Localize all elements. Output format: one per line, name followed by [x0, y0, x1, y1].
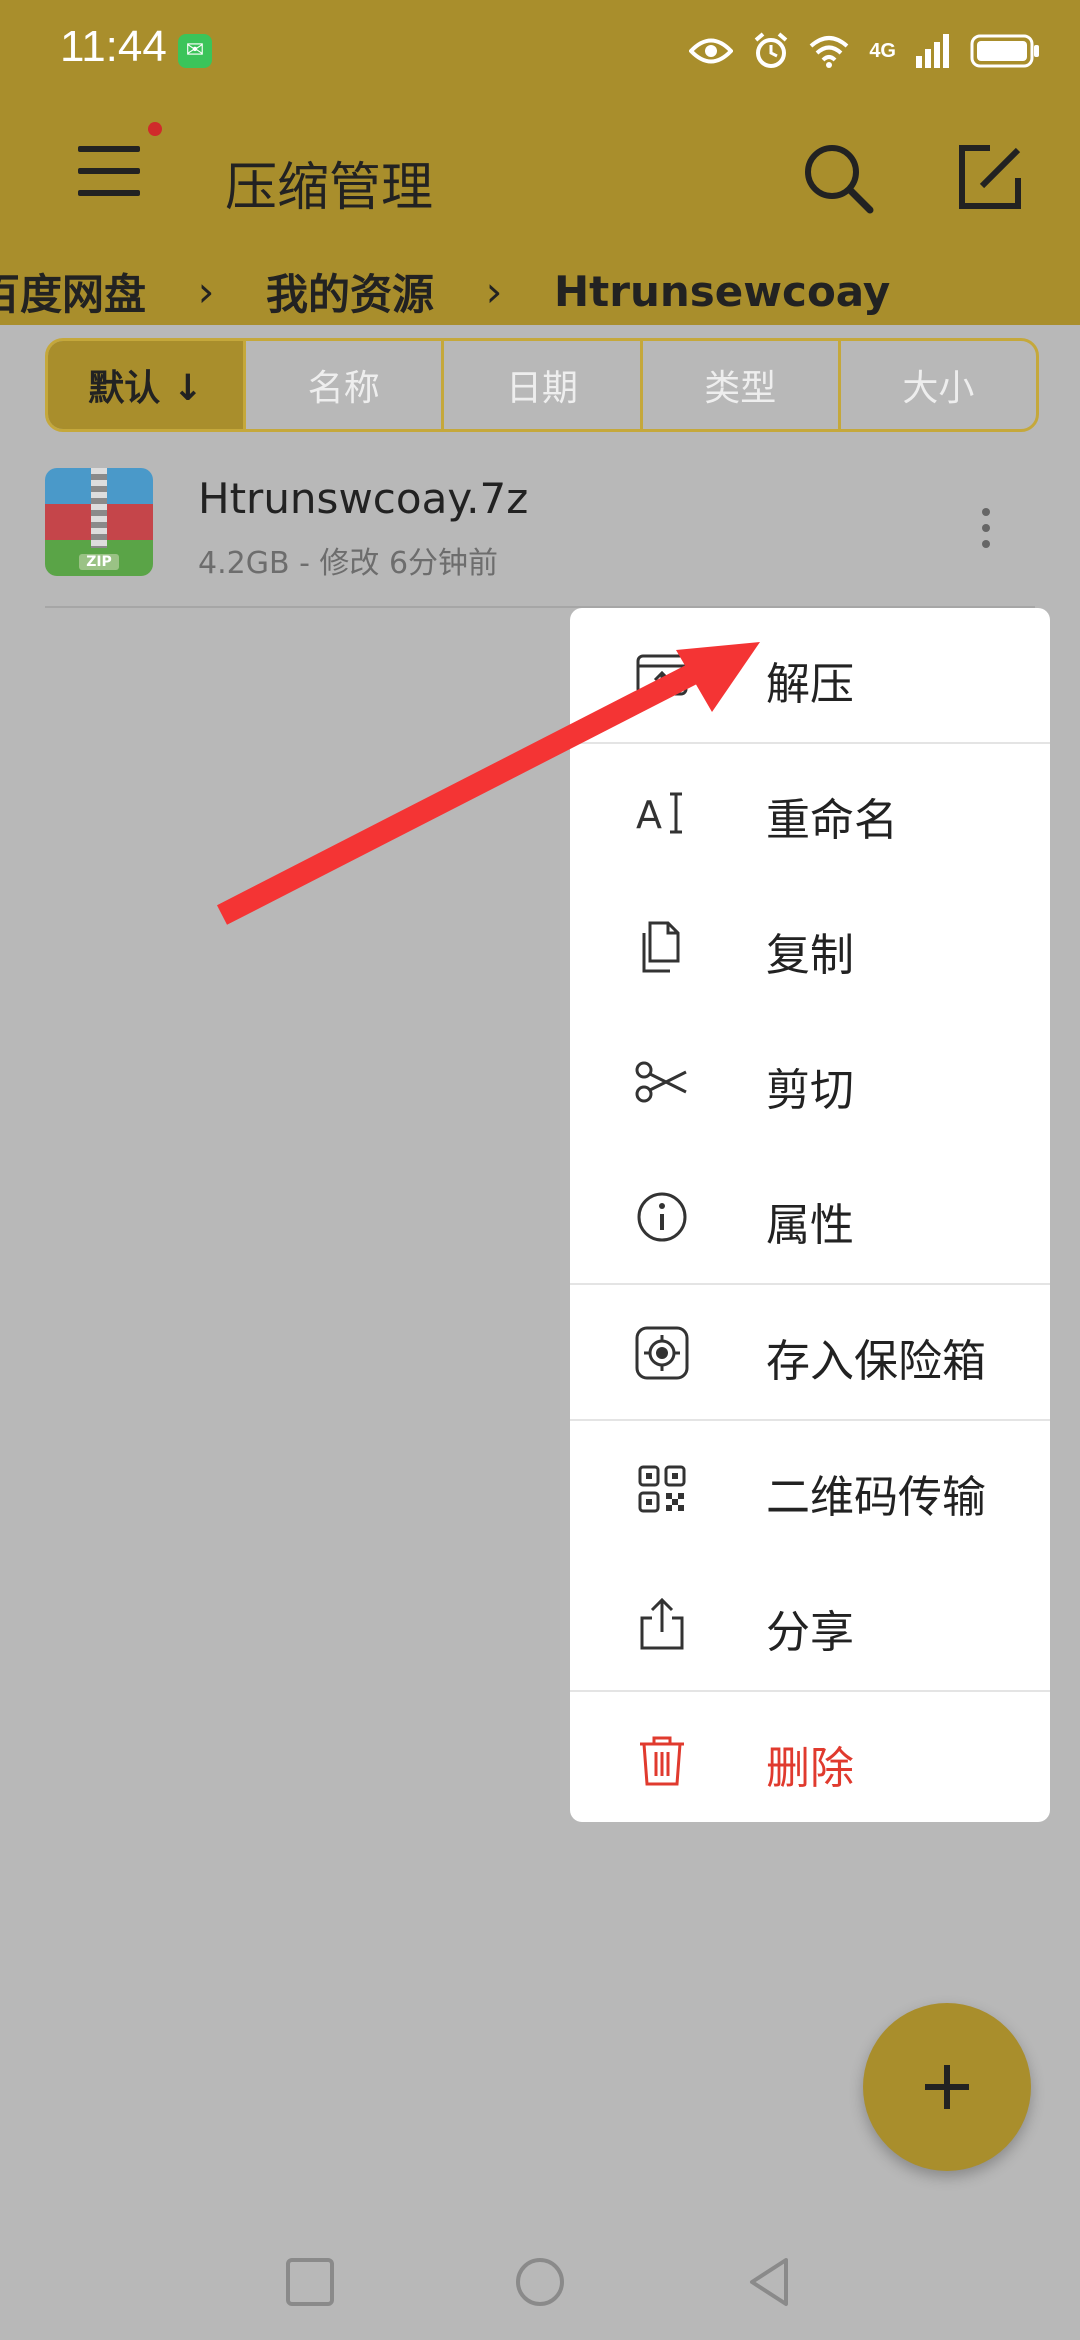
- search-icon[interactable]: [800, 140, 876, 216]
- battery-icon: [970, 34, 1039, 68]
- menu-icon[interactable]: [78, 142, 146, 202]
- menu-item-properties[interactable]: 属性: [570, 1149, 1050, 1284]
- breadcrumb: 百度网盘 › 我的资源 › Htrunsewcoay: [0, 258, 1080, 324]
- notification-dot: [148, 122, 162, 136]
- back-icon[interactable]: [740, 2252, 800, 2312]
- signal-icon: [916, 34, 949, 68]
- delete-icon: [640, 1736, 684, 1786]
- edit-icon[interactable]: [952, 140, 1028, 216]
- network-type-label: 4G: [869, 39, 896, 62]
- file-list-item[interactable]: ZIP Htrunswcoay.7z 4.2GB - 修改 6分钟前: [45, 468, 1035, 588]
- status-bar: 11:44 ✉ 4G: [0, 0, 1080, 100]
- sort-tab-name[interactable]: 名称: [246, 341, 445, 429]
- menu-item-share[interactable]: 分享: [570, 1556, 1050, 1691]
- info-icon: [637, 1192, 687, 1242]
- svg-text:A: A: [636, 793, 662, 837]
- menu-item-extract[interactable]: 解压: [570, 608, 1050, 743]
- extract-icon: [636, 654, 688, 696]
- cut-icon: [635, 1061, 687, 1103]
- menu-item-label: 属性: [766, 1200, 854, 1251]
- more-options-icon[interactable]: [965, 498, 1005, 558]
- menu-item-label: 重命名: [766, 795, 898, 846]
- recent-apps-icon[interactable]: [280, 2252, 340, 2312]
- sort-tab-default[interactable]: 默认 ↓: [48, 341, 247, 429]
- menu-item-label: 剪切: [766, 1065, 854, 1116]
- zip-tag: ZIP: [79, 554, 119, 570]
- home-icon[interactable]: [510, 2252, 570, 2312]
- page-title: 压缩管理: [225, 158, 434, 218]
- breadcrumb-item[interactable]: 百度网盘: [0, 261, 146, 322]
- zip-file-icon: ZIP: [45, 468, 153, 576]
- menu-item-rename[interactable]: A 重命名: [570, 744, 1050, 879]
- sort-tab-date[interactable]: 日期: [444, 341, 643, 429]
- menu-item-label: 解压: [766, 659, 854, 710]
- file-meta: 4.2GB - 修改 6分钟前: [198, 546, 499, 581]
- breadcrumb-item[interactable]: 我的资源: [266, 261, 434, 322]
- qrcode-icon: [638, 1465, 686, 1513]
- menu-item-cut[interactable]: 剪切: [570, 1014, 1050, 1149]
- menu-item-safe[interactable]: 存入保险箱: [570, 1285, 1050, 1420]
- eye-icon: [689, 38, 734, 64]
- status-icons: 4G: [689, 28, 1040, 74]
- menu-item-copy[interactable]: 复制: [570, 879, 1050, 1014]
- wifi-icon: [809, 36, 849, 68]
- menu-item-qrcode[interactable]: 二维码传输: [570, 1421, 1050, 1556]
- alarm-icon: [755, 32, 788, 68]
- copy-icon: [642, 921, 680, 973]
- chevron-right-icon: ›: [485, 266, 503, 316]
- context-menu: 解压 A 重命名 复制 剪切 属性 存入保险箱 二维码传输 分享 删除: [570, 608, 1050, 1822]
- wechat-notification-icon: ✉: [178, 34, 212, 68]
- menu-item-label: 复制: [766, 930, 854, 981]
- sort-tab-type[interactable]: 类型: [643, 341, 841, 429]
- menu-item-label: 二维码传输: [766, 1472, 986, 1523]
- system-nav-bar: [0, 2230, 1080, 2340]
- menu-item-label: 删除: [766, 1743, 854, 1794]
- safe-icon: [635, 1326, 689, 1380]
- rename-icon: A: [636, 792, 682, 837]
- chevron-right-icon: ›: [197, 266, 215, 316]
- status-time: 11:44: [60, 22, 167, 71]
- share-icon: [640, 1597, 684, 1650]
- file-name: Htrunswcoay.7z: [198, 474, 529, 523]
- sort-tab-size[interactable]: 大小: [841, 341, 1036, 429]
- sort-tabs: 默认 ↓ 名称 日期 类型 大小: [45, 338, 1039, 432]
- add-button[interactable]: [863, 2003, 1031, 2171]
- menu-item-label: 分享: [766, 1607, 854, 1658]
- menu-item-delete[interactable]: 删除: [570, 1692, 1050, 1827]
- menu-item-label: 存入保险箱: [766, 1336, 986, 1387]
- app-header: 11:44 ✉ 4G 压缩管理 百度网盘 › 我的资源 › Htrunsewco…: [0, 0, 1080, 325]
- breadcrumb-item[interactable]: Htrunsewcoay: [554, 267, 890, 316]
